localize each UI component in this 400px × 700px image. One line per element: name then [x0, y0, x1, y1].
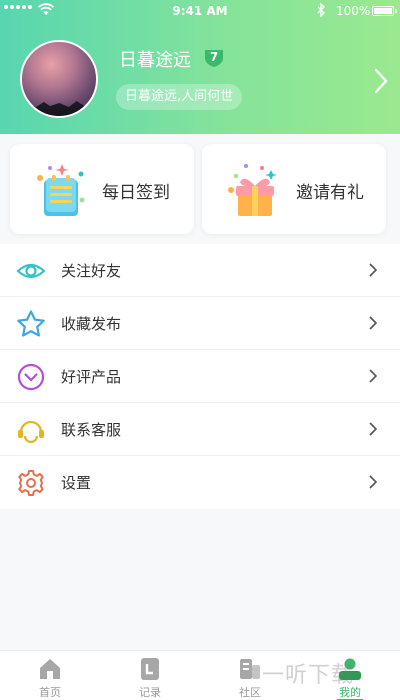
invite-label: 邀请有礼 — [296, 183, 364, 203]
level-badge: 7 — [203, 48, 225, 68]
status-bar: 9:41 AM 100% — [0, 0, 400, 22]
bluetooth-icon — [317, 3, 325, 17]
level-number: 7 — [209, 50, 219, 64]
invite-card[interactable]: 邀请有礼 — [202, 144, 386, 234]
community-icon — [240, 659, 260, 679]
signature: 日暮途远,人间何世 — [116, 84, 243, 110]
menu-item-label: 关注好友 — [61, 262, 122, 280]
gift-icon — [228, 164, 277, 216]
calendar-checkin-icon — [37, 164, 85, 216]
menu-item-label: 联系客服 — [61, 421, 122, 439]
menu-item-customer-service[interactable]: 联系客服 — [0, 403, 400, 456]
chevron-right-icon — [369, 316, 378, 330]
eye-icon — [16, 263, 46, 279]
tab-home[interactable]: 首页 — [0, 651, 100, 700]
avatar[interactable] — [20, 40, 98, 118]
record-icon — [141, 658, 159, 680]
chevron-right-icon — [369, 263, 378, 277]
gear-icon — [18, 470, 44, 496]
home-icon — [40, 659, 60, 679]
tab-record[interactable]: 记录 — [100, 651, 200, 700]
menu-list: 关注好友 收藏发布 好评产品 联系客服 设置 — [0, 244, 400, 509]
tab-label: 记录 — [139, 686, 161, 699]
daily-checkin-card[interactable]: 每日签到 — [10, 144, 194, 234]
menu-item-follow-friends[interactable]: 关注好友 — [0, 244, 400, 297]
username: 日暮途远 — [119, 50, 191, 71]
watermark: 一听下载 — [262, 663, 355, 688]
menu-item-label: 收藏发布 — [61, 315, 122, 333]
menu-item-label: 设置 — [61, 474, 92, 492]
chevron-down-circle-icon — [17, 363, 45, 391]
tab-label: 首页 — [39, 686, 61, 699]
profile-header: 9:41 AM 100% 日暮途远 7 日暮途远,人间何世 — [0, 0, 400, 134]
chevron-right-icon — [369, 475, 378, 489]
checkin-label: 每日签到 — [102, 183, 170, 203]
menu-item-favorites[interactable]: 收藏发布 — [0, 297, 400, 350]
chevron-right-icon — [369, 369, 378, 383]
menu-item-product-reviews[interactable]: 好评产品 — [0, 350, 400, 403]
battery-icon — [372, 6, 397, 16]
battery-percentage: 100% — [336, 4, 371, 18]
star-icon — [17, 310, 45, 337]
chevron-right-icon — [369, 422, 378, 436]
headset-icon — [18, 420, 44, 444]
chevron-right-icon[interactable] — [373, 68, 389, 94]
menu-item-settings[interactable]: 设置 — [0, 456, 400, 509]
menu-item-label: 好评产品 — [61, 368, 122, 386]
